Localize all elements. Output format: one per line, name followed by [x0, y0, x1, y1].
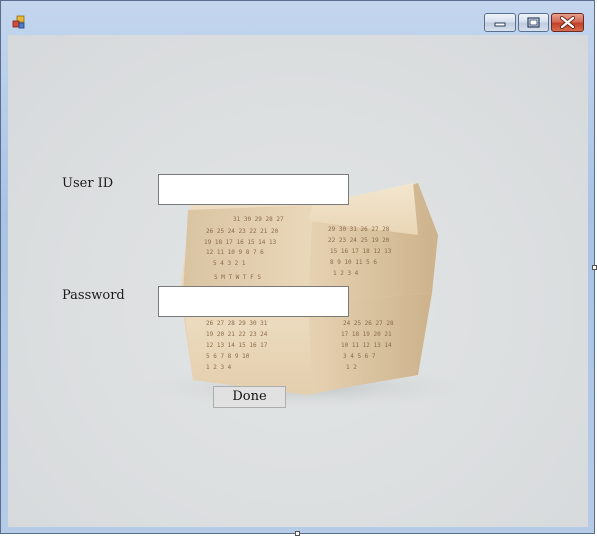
password-label: Password — [62, 288, 125, 303]
form-client-area: 31 30 29 28 27 26 25 24 23 22 21 20 19 1… — [8, 35, 588, 527]
svg-text:S M T W T F S: S M T W T F S — [214, 274, 261, 281]
close-icon — [560, 16, 575, 29]
svg-text:5 4 3 2 1: 5 4 3 2 1 — [213, 260, 246, 267]
title-bar[interactable] — [1, 1, 594, 35]
svg-text:26 27 28 29 30 31: 26 27 28 29 30 31 — [206, 320, 268, 327]
svg-text:26 25 24 23 22 21 20: 26 25 24 23 22 21 20 — [206, 228, 279, 235]
svg-text:17 18 19 20 21: 17 18 19 20 21 — [341, 331, 392, 338]
maximize-button[interactable] — [518, 13, 549, 32]
close-button[interactable] — [551, 13, 584, 32]
resize-grip-right[interactable] — [592, 265, 597, 270]
done-button[interactable]: Done — [213, 386, 286, 408]
svg-text:31 30 29 28 27: 31 30 29 28 27 — [233, 216, 284, 223]
svg-text:12 11 10 9 8 7 6: 12 11 10 9 8 7 6 — [206, 249, 264, 256]
password-input[interactable] — [158, 286, 349, 317]
svg-text:1 2 3 4: 1 2 3 4 — [333, 270, 359, 277]
svg-text:19 20 21 22 23 24: 19 20 21 22 23 24 — [206, 331, 268, 338]
svg-text:15 16 17 18 12 13: 15 16 17 18 12 13 — [330, 248, 392, 255]
svg-text:29 30 31 26 27 28: 29 30 31 26 27 28 — [328, 226, 390, 233]
svg-text:8 9 10 11 5 6: 8 9 10 11 5 6 — [330, 259, 377, 266]
svg-text:24 25 26 27 28: 24 25 26 27 28 — [343, 320, 394, 327]
svg-text:5 6 7 8 9 10: 5 6 7 8 9 10 — [206, 353, 250, 360]
svg-text:22 23 24 25 19 20: 22 23 24 25 19 20 — [328, 237, 390, 244]
maximize-icon — [527, 17, 540, 28]
window-right-border — [589, 35, 596, 527]
minimize-button[interactable] — [484, 13, 516, 32]
svg-text:19 18 17 16 15 14 13: 19 18 17 16 15 14 13 — [204, 239, 277, 246]
svg-text:10 11 12 13 14: 10 11 12 13 14 — [341, 342, 392, 349]
user-id-label: User ID — [62, 176, 114, 191]
svg-text:12 13 14 15 16 17: 12 13 14 15 16 17 — [206, 342, 268, 349]
app-icon — [12, 15, 25, 29]
login-window: 31 30 29 28 27 26 25 24 23 22 21 20 19 1… — [0, 0, 595, 534]
svg-text:3 4 5 6 7: 3 4 5 6 7 — [343, 353, 376, 360]
minimize-icon — [494, 22, 506, 27]
dodecahedron-calendar-image: 31 30 29 28 27 26 25 24 23 22 21 20 19 1… — [138, 183, 478, 409]
svg-text:1 2 3 4: 1 2 3 4 — [206, 364, 232, 371]
svg-text:1 2: 1 2 — [346, 364, 357, 371]
user-id-input[interactable] — [158, 174, 349, 205]
resize-grip-bottom[interactable] — [295, 531, 300, 536]
